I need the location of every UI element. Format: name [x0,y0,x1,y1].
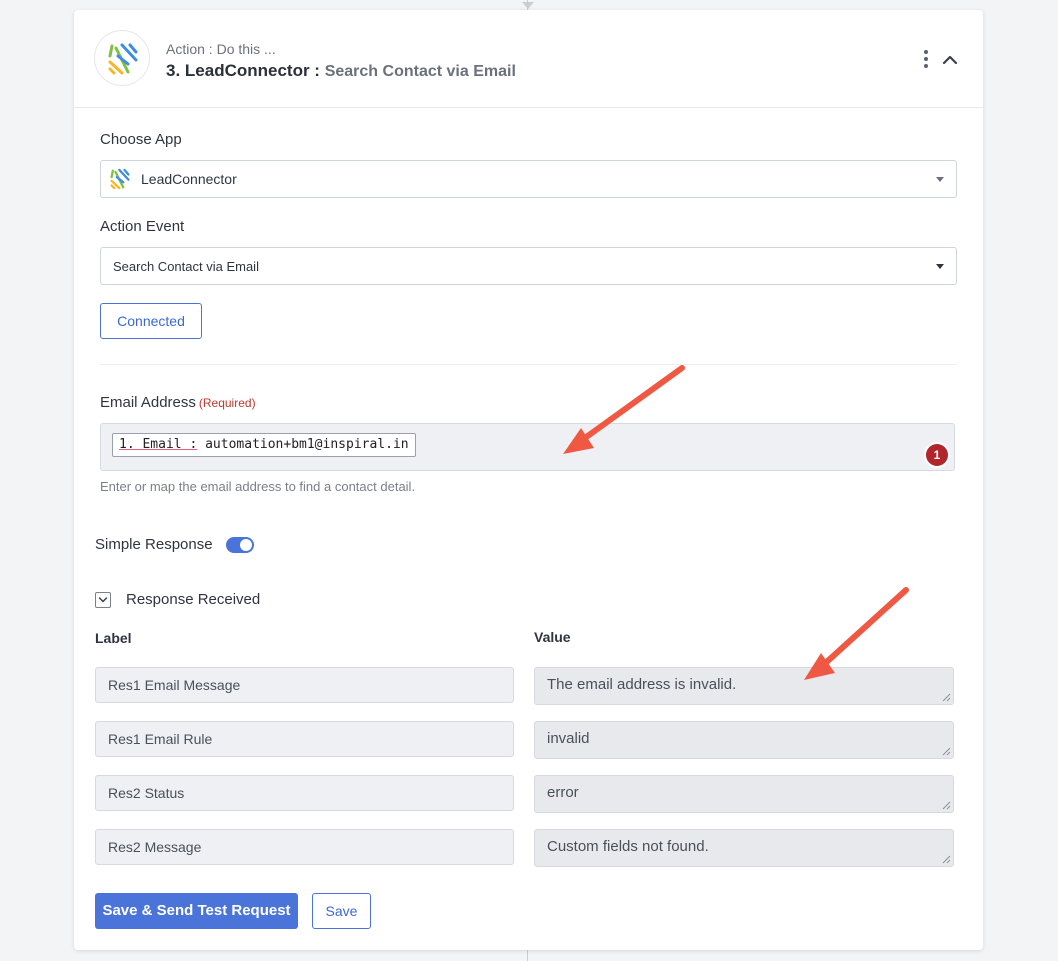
response-row-value[interactable]: invalid [534,721,954,759]
email-address-input[interactable]: 1. Email : automation+bm1@inspiral.in 1 [100,423,955,471]
resize-handle-icon[interactable] [942,801,951,810]
save-and-send-test-button[interactable]: Save & Send Test Request [95,893,298,929]
response-row-label: Res1 Email Message [95,667,514,703]
kebab-menu-icon[interactable] [918,50,934,70]
action-step-card: Action : Do this ... 3. LeadConnector : … [74,10,983,950]
response-value-text: error [547,784,579,801]
choose-app-value: LeadConnector [141,171,237,187]
resize-handle-icon[interactable] [942,693,951,702]
response-value-text: Custom fields not found. [547,838,709,855]
response-row-value[interactable]: Custom fields not found. [534,829,954,867]
response-value-text: The email address is invalid. [547,676,737,693]
section-divider [100,364,957,365]
step-header[interactable]: Action : Do this ... 3. LeadConnector : … [74,10,983,108]
error-count-badge[interactable]: 1 [926,444,948,466]
response-received-label: Response Received [126,591,261,608]
simple-response-toggle[interactable] [226,537,254,553]
mapped-field-token[interactable]: 1. Email : automation+bm1@inspiral.in [112,433,416,457]
choose-app-label: Choose App [100,131,182,148]
response-row-label: Res2 Message [95,829,514,865]
flow-connector-bottom [527,950,528,961]
response-row-label: Res1 Email Rule [95,721,514,757]
chevron-down-icon[interactable] [95,592,111,608]
caret-down-icon [936,264,944,269]
response-row-label: Res2 Status [95,775,514,811]
choose-app-select[interactable]: LeadConnector [100,160,957,198]
action-event-label: Action Event [100,218,185,235]
step-title: 3. LeadConnector : Search Contact via Em… [166,61,516,81]
action-event-select[interactable]: Search Contact via Email [100,247,957,285]
token-key: 1. Email : [119,437,198,452]
resize-handle-icon[interactable] [942,855,951,864]
leadconnector-small-icon [109,168,131,195]
email-help-text: Enter or map the email address to find a… [100,479,416,494]
response-row-value[interactable]: error [534,775,954,813]
step-subtitle: Action : Do this ... [166,41,276,57]
email-label-text: Email Address [100,394,196,411]
response-value-text: invalid [547,730,590,747]
response-row-value[interactable]: The email address is invalid. [534,667,954,705]
step-event-name: Search Contact via Email [324,63,516,80]
connected-button[interactable]: Connected [100,303,202,339]
value-column-header: Value [534,629,571,645]
action-event-value: Search Contact via Email [113,259,259,274]
chevron-up-icon[interactable] [940,50,960,70]
required-marker: (Required) [198,396,256,410]
email-address-label: Email Address (Required) [100,394,256,411]
flow-arrow-icon [522,2,534,9]
toggle-knob [240,539,252,551]
step-app-name: 3. LeadConnector : [166,61,320,80]
caret-down-icon [936,177,944,182]
save-button[interactable]: Save [312,893,371,929]
label-column-header: Label [95,630,132,646]
simple-response-label: Simple Response [95,536,213,553]
token-value: automation+bm1@inspiral.in [205,437,409,452]
leadconnector-logo-icon [94,30,150,86]
resize-handle-icon[interactable] [942,747,951,756]
